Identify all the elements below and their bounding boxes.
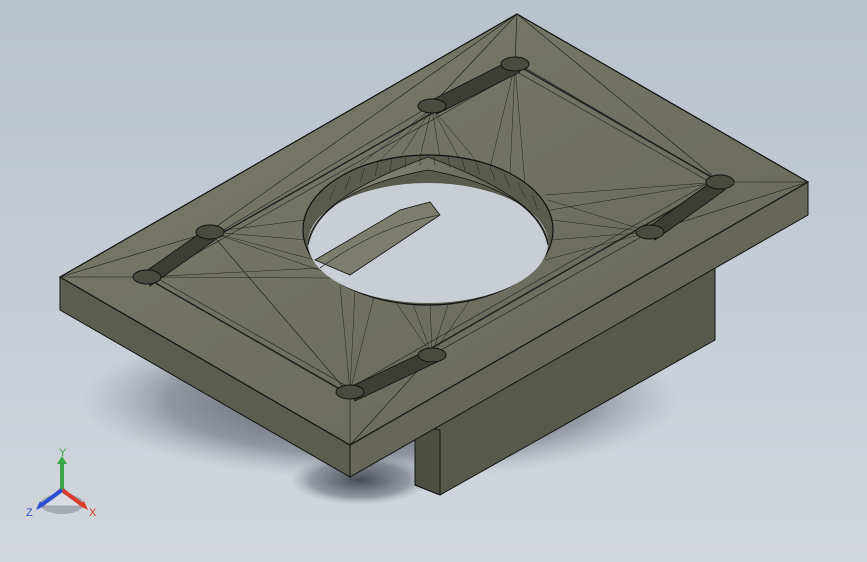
z-axis-label: Z	[26, 507, 33, 519]
post-upper-mid	[417, 98, 447, 114]
graphics-viewport[interactable]: Y X Z	[0, 0, 867, 562]
post-lower-mid	[417, 347, 447, 363]
post-right	[705, 174, 735, 190]
axis-triad[interactable]: Y X Z	[22, 446, 112, 526]
y-axis-label: Y	[59, 447, 67, 459]
post-left-mid	[195, 224, 225, 240]
post-left	[132, 269, 162, 285]
x-axis-label: X	[89, 507, 97, 519]
post-top	[500, 56, 530, 72]
model-render[interactable]	[0, 0, 867, 562]
post-bottom	[335, 384, 365, 400]
center-hole	[302, 154, 554, 306]
post-right-mid	[635, 224, 665, 240]
